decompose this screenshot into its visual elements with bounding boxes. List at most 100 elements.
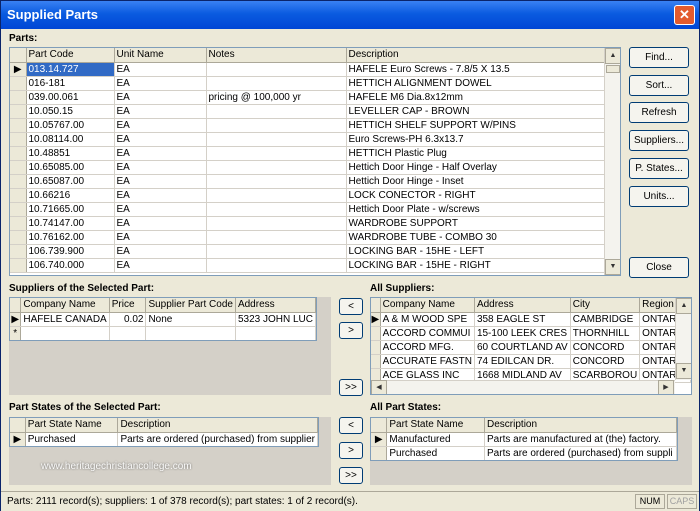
table-cell[interactable]: EA [114, 244, 207, 259]
column-header[interactable]: City [570, 298, 641, 313]
table-row[interactable]: ACCURATE FASTN 74 EDILCAN DR. CONCORD ONTAR… [371, 354, 691, 369]
column-header[interactable]: Notes [206, 48, 347, 63]
column-header[interactable]: Description [484, 418, 677, 433]
table-cell[interactable]: Purchased [25, 432, 119, 446]
table-row[interactable]: 106.740.000 EA LOCKING BAR - 15HE - RIGHT [10, 258, 605, 273]
table-cell[interactable]: 106.739.900 [26, 244, 115, 259]
table-cell[interactable]: 74 EDILCAN DR. [474, 354, 571, 369]
remove-supplier-button[interactable]: > [339, 322, 363, 339]
close-button[interactable]: Close [629, 257, 689, 278]
table-cell[interactable] [206, 174, 347, 189]
table-cell[interactable]: HAFELE CANADA [20, 312, 110, 327]
table-cell[interactable]: EA [114, 132, 207, 147]
table-cell[interactable]: ACCURATE FASTN [380, 354, 475, 369]
current-row-arrow-icon[interactable]: ▶ [10, 432, 26, 446]
table-cell[interactable]: EA [114, 160, 207, 175]
table-cell[interactable] [206, 258, 347, 273]
table-cell[interactable] [206, 202, 347, 217]
sort-button[interactable]: Sort... [629, 75, 689, 96]
table-cell[interactable]: HAFELE Euro Screws - 7.8/5 X 13.5 [346, 62, 605, 77]
table-row[interactable]: 10.05767.00 EA HETTICH SHELF SUPPORT W/PIN… [10, 118, 605, 133]
table-cell[interactable]: 10.48851 [26, 146, 115, 161]
scroll-down-arrow-icon[interactable]: ▼ [605, 259, 620, 275]
new-record-row[interactable]: * [10, 326, 316, 340]
row-selector[interactable] [10, 90, 27, 105]
row-selector[interactable] [10, 230, 27, 245]
row-selector[interactable] [10, 160, 27, 175]
new-record-asterisk-icon[interactable]: * [10, 326, 22, 340]
table-cell[interactable]: HETTICH ALIGNMENT DOWEL [346, 76, 605, 91]
table-cell[interactable]: LOCKING BAR - 15HE - LEFT [346, 244, 605, 259]
current-row-arrow-icon[interactable]: ▶ [10, 312, 22, 327]
table-cell[interactable]: CONCORD [570, 340, 641, 355]
row-selector[interactable] [10, 118, 27, 133]
scroll-left-arrow-icon[interactable]: ◀ [371, 380, 387, 394]
table-cell[interactable]: EA [114, 216, 207, 231]
table-row[interactable]: 10.050.15 EA LEVELLER CAP - BROWN [10, 104, 605, 119]
table-cell[interactable] [206, 132, 347, 147]
table-cell[interactable]: EA [114, 146, 207, 161]
table-cell[interactable] [206, 188, 347, 203]
table-cell[interactable]: EA [114, 62, 207, 77]
table-row[interactable]: 016-181 EA HETTICH ALIGNMENT DOWEL [10, 76, 605, 91]
table-cell[interactable]: EA [114, 104, 207, 119]
column-header[interactable]: Address [235, 298, 316, 313]
row-selector[interactable] [371, 340, 381, 355]
table-cell[interactable]: 358 EAGLE ST [474, 312, 571, 327]
current-row-arrow-icon[interactable]: ▶ [371, 312, 381, 327]
table-cell[interactable]: 10.71665.00 [26, 202, 115, 217]
table-cell[interactable]: CONCORD [570, 354, 641, 369]
table-cell[interactable]: 5323 JOHN LUC [235, 312, 316, 327]
table-cell[interactable]: CAMBRIDGE [570, 312, 641, 327]
table-cell[interactable]: EA [114, 90, 207, 105]
table-row[interactable]: 10.66216 EA LOCK CONECTOR - RIGHT [10, 188, 605, 203]
table-cell[interactable]: EA [114, 76, 207, 91]
table-cell[interactable]: ACCORD COMMUI [380, 326, 475, 341]
table-cell[interactable]: 013.14.727 [26, 62, 115, 77]
table-cell[interactable]: Hettich Door Hinge - Half Overlay [346, 160, 605, 175]
table-cell[interactable] [206, 244, 347, 259]
table-cell[interactable]: HETTICH SHELF SUPPORT W/PINS [346, 118, 605, 133]
scroll-thumb[interactable] [606, 65, 620, 73]
table-cell[interactable]: 016-181 [26, 76, 115, 91]
part-states-selected-grid[interactable]: Part State Name Description ▶ Purchased Par… [9, 417, 319, 447]
table-cell[interactable]: EA [114, 258, 207, 273]
table-cell[interactable]: 106.740.000 [26, 258, 115, 273]
table-cell[interactable]: 10.65087.00 [26, 174, 115, 189]
table-row[interactable]: 10.74147.00 EA WARDROBE SUPPORT [10, 216, 605, 231]
table-cell[interactable]: Hettich Door Hinge - Inset [346, 174, 605, 189]
table-cell[interactable] [206, 216, 347, 231]
table-cell[interactable]: 10.65085.00 [26, 160, 115, 175]
current-row-arrow-icon[interactable]: ▶ [371, 432, 388, 447]
scroll-up-arrow-icon[interactable]: ▲ [605, 48, 620, 64]
row-selector[interactable] [10, 244, 27, 259]
all-suppliers-horizontal-scrollbar[interactable]: ◀ ▶ [371, 380, 675, 394]
column-header[interactable]: Price [109, 298, 147, 313]
table-cell[interactable]: Euro Screws-PH 6.3x13.7 [346, 132, 605, 147]
part-states-button[interactable]: P. States... [629, 158, 689, 179]
table-cell[interactable]: pricing @ 100,000 yr [206, 90, 347, 105]
find-button[interactable]: Find... [629, 47, 689, 68]
table-cell[interactable]: LEVELLER CAP - BROWN [346, 104, 605, 119]
all-part-states-grid[interactable]: Part State Name Description ▶ Manufactured… [370, 417, 678, 461]
remove-all-part-states-button[interactable]: >> [339, 467, 363, 484]
table-cell[interactable]: 10.76162.00 [26, 230, 115, 245]
table-cell[interactable] [20, 326, 110, 340]
table-cell[interactable] [206, 104, 347, 119]
table-cell[interactable]: 15-100 LEEK CRES [474, 326, 571, 341]
row-selector[interactable] [371, 354, 381, 369]
row-selector[interactable] [371, 446, 388, 460]
current-row-arrow-icon[interactable]: ▶ [10, 62, 27, 77]
table-row[interactable]: Purchased Parts are ordered (purchased) f… [371, 446, 677, 460]
table-row[interactable]: ▶ A & M WOOD SPE 358 EAGLE ST CAMBRIDGE ONTA… [371, 312, 691, 327]
table-cell[interactable]: HETTICH Plastic Plug [346, 146, 605, 161]
table-cell[interactable]: 10.66216 [26, 188, 115, 203]
table-cell[interactable]: EA [114, 230, 207, 245]
close-window-button[interactable]: ✕ [674, 5, 695, 25]
table-row[interactable]: 10.65087.00 EA Hettich Door Hinge - Inset [10, 174, 605, 189]
column-header[interactable]: Company Name [20, 298, 110, 313]
table-row[interactable]: ▶ Purchased Parts are ordered (purchased) … [10, 432, 318, 446]
table-cell[interactable]: WARDROBE SUPPORT [346, 216, 605, 231]
table-row[interactable]: ▶ HAFELE CANADA 0.02 None 5323 JOHN LUC [10, 312, 316, 327]
column-header[interactable]: Description [346, 48, 605, 63]
